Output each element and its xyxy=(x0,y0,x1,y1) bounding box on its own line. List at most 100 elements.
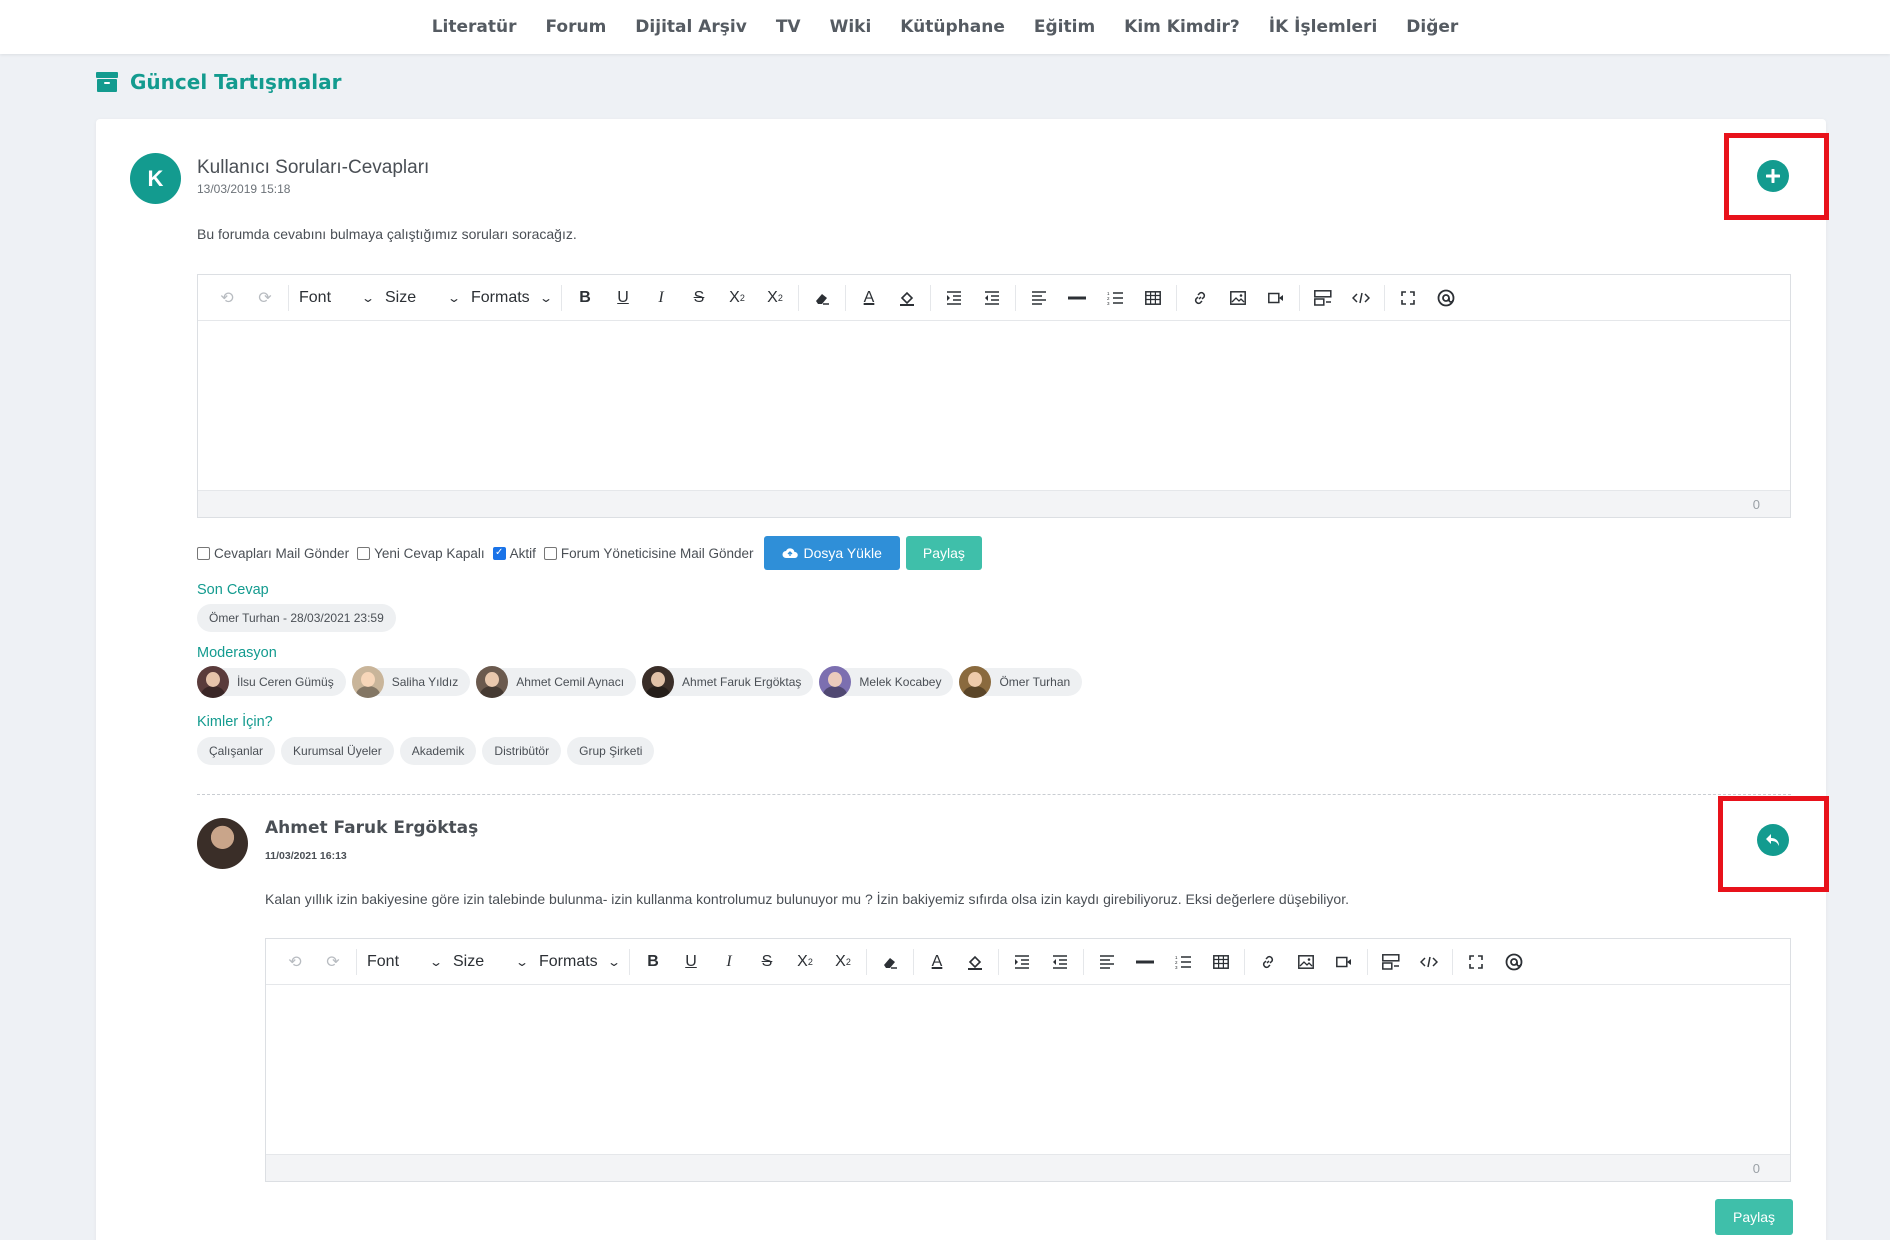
nav-item[interactable]: TV xyxy=(761,17,815,37)
editor-content-area[interactable] xyxy=(198,321,1790,490)
mention-button[interactable] xyxy=(1495,947,1533,977)
nav-item[interactable]: Literatür xyxy=(417,17,531,37)
video-button[interactable] xyxy=(1325,947,1363,977)
nav-item[interactable]: Wiki xyxy=(815,17,886,37)
nav-item[interactable]: Diğer xyxy=(1392,17,1473,37)
fullscreen-icon xyxy=(1401,290,1415,305)
share-button[interactable]: Paylaş xyxy=(905,536,982,570)
forum-title[interactable]: Kullanıcı Soruları-Cevapları xyxy=(197,157,429,179)
reply-share-button[interactable]: Paylaş xyxy=(1715,1199,1794,1235)
align-button[interactable] xyxy=(1020,283,1058,313)
nav-item[interactable]: Kütüphane xyxy=(886,17,1020,37)
font-dropdown[interactable]: Font ⌄ xyxy=(361,947,447,977)
font-dropdown[interactable]: Font ⌄ xyxy=(293,283,379,313)
moderator-avatar xyxy=(819,666,852,698)
new-answer-closed-checkbox[interactable] xyxy=(357,546,371,560)
italic-button[interactable]: I xyxy=(710,947,748,977)
table-button[interactable] xyxy=(1202,947,1240,977)
clear-format-button[interactable] xyxy=(803,283,841,313)
add-topic-button[interactable] xyxy=(1757,160,1789,192)
horizontal-rule-button[interactable] xyxy=(1058,283,1096,313)
superscript-button[interactable]: X2 xyxy=(824,947,862,977)
active-checkbox[interactable]: ✓ xyxy=(492,546,506,560)
reply-editor-main[interactable]: ⟲ ⟳ Font ⌄ Size ⌄ Formats ⌄ B U I S X2 X… xyxy=(197,274,1791,518)
chevron-down-icon: ⌄ xyxy=(360,290,376,305)
nav-item[interactable]: Kim Kimdir? xyxy=(1110,17,1255,37)
indent-button[interactable] xyxy=(935,283,973,313)
superscript-button[interactable]: X2 xyxy=(756,283,794,313)
redo-button[interactable]: ⟳ xyxy=(246,283,284,313)
audience-tag-list: Çalışanlar Kurumsal Üyeler Akademik Distrib… xyxy=(197,737,655,765)
undo-button[interactable]: ⟲ xyxy=(208,283,246,313)
indent-button[interactable] xyxy=(1003,947,1041,977)
horizontal-rule-button[interactable] xyxy=(1126,947,1164,977)
chevron-down-icon: ⌄ xyxy=(606,954,622,969)
video-button[interactable] xyxy=(1257,283,1295,313)
editor-toolbar: ⟲ ⟳ Font ⌄ Size ⌄ Formats ⌄ B U I S X2 X… xyxy=(266,939,1790,985)
size-dropdown[interactable]: Size ⌄ xyxy=(379,283,465,313)
nav-item[interactable]: Forum xyxy=(531,17,621,37)
link-button[interactable] xyxy=(1249,947,1287,977)
mail-admin-checkbox[interactable] xyxy=(543,546,557,560)
bold-button[interactable]: B xyxy=(634,947,672,977)
image-button[interactable] xyxy=(1287,947,1325,977)
upload-file-button[interactable]: Dosya Yükle xyxy=(763,536,900,570)
font-dropdown-label: Font xyxy=(299,288,332,306)
bold-button[interactable]: B xyxy=(566,283,604,313)
reply-editor-thread[interactable]: ⟲ ⟳ Font ⌄ Size ⌄ Formats ⌄ B U I S X2 X… xyxy=(265,938,1791,1182)
reply-circle-icon xyxy=(1766,834,1779,846)
size-dropdown-label: Size xyxy=(453,952,485,970)
subscript-button[interactable]: X2 xyxy=(786,947,824,977)
template-button[interactable] xyxy=(1372,947,1410,977)
align-left-icon xyxy=(1100,954,1114,969)
ordered-list-button[interactable]: 123 xyxy=(1096,283,1134,313)
outdent-button[interactable] xyxy=(973,283,1011,313)
editor-content-area[interactable] xyxy=(266,985,1790,1154)
strikethrough-button[interactable]: S xyxy=(748,947,786,977)
mail-admin-option[interactable]: Forum Yöneticisine Mail Gönder xyxy=(543,546,754,561)
text-color-button[interactable]: A xyxy=(850,283,888,313)
ordered-list-icon: 123 xyxy=(1107,291,1123,305)
formats-dropdown[interactable]: Formats ⌄ xyxy=(533,947,625,977)
mail-answers-checkbox[interactable] xyxy=(197,546,210,560)
subscript-button[interactable]: X2 xyxy=(718,283,756,313)
source-code-button[interactable] xyxy=(1342,283,1380,313)
active-option[interactable]: ✓ Aktif xyxy=(492,546,536,561)
underline-button[interactable]: U xyxy=(672,947,710,977)
highlight-color-button[interactable] xyxy=(888,283,926,313)
nav-item[interactable]: İK İşlemleri xyxy=(1254,17,1392,37)
formats-dropdown[interactable]: Formats ⌄ xyxy=(465,283,557,313)
align-button[interactable] xyxy=(1088,947,1126,977)
eraser-icon xyxy=(816,293,829,305)
text-color-button[interactable]: A xyxy=(918,947,956,977)
paint-bucket-icon xyxy=(900,291,914,306)
mention-icon xyxy=(1437,289,1455,306)
link-button[interactable] xyxy=(1181,283,1219,313)
size-dropdown[interactable]: Size ⌄ xyxy=(447,947,533,977)
table-icon xyxy=(1213,954,1229,969)
indent-icon xyxy=(947,290,961,305)
image-button[interactable] xyxy=(1219,283,1257,313)
underline-button[interactable]: U xyxy=(604,283,642,313)
source-code-button[interactable] xyxy=(1410,947,1448,977)
undo-button[interactable]: ⟲ xyxy=(276,947,314,977)
code-icon xyxy=(1420,956,1438,967)
new-answer-closed-option[interactable]: Yeni Cevap Kapalı xyxy=(357,546,485,561)
moderator-pill: Ahmet Cemil Aynacı xyxy=(476,666,637,698)
fullscreen-button[interactable] xyxy=(1389,283,1427,313)
fullscreen-button[interactable] xyxy=(1457,947,1495,977)
nav-item[interactable]: Dijital Arşiv xyxy=(621,17,762,37)
redo-button[interactable]: ⟳ xyxy=(314,947,352,977)
highlight-color-button[interactable] xyxy=(956,947,994,977)
reply-button[interactable] xyxy=(1757,824,1789,856)
ordered-list-button[interactable]: 123 xyxy=(1164,947,1202,977)
mail-answers-option[interactable]: Cevapları Mail Gönder xyxy=(197,546,349,561)
italic-button[interactable]: I xyxy=(642,283,680,313)
strikethrough-button[interactable]: S xyxy=(680,283,718,313)
outdent-button[interactable] xyxy=(1041,947,1079,977)
nav-item[interactable]: Eğitim xyxy=(1019,17,1109,37)
template-button[interactable] xyxy=(1304,283,1342,313)
table-button[interactable] xyxy=(1134,283,1172,313)
mention-button[interactable] xyxy=(1427,283,1465,313)
clear-format-button[interactable] xyxy=(871,947,909,977)
